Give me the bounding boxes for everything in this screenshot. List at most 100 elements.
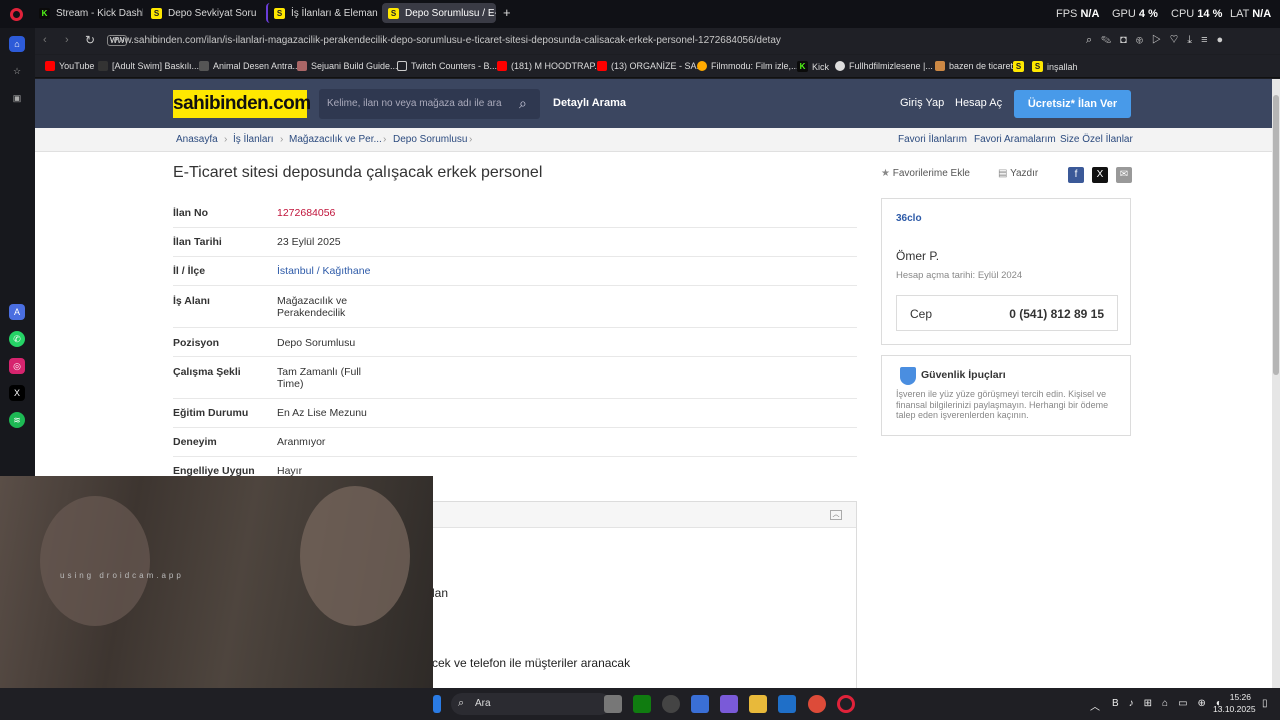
tray-chevron-icon[interactable]: ︿ (1090, 698, 1100, 713)
account-date: Hesap açma tarihi: Eylül 2024 (896, 270, 1023, 281)
listing-number: 1272684056 (277, 207, 336, 219)
tab-kick-dashboard[interactable]: KStream - Kick Dashboard (33, 3, 143, 23)
search-input[interactable]: Kelime, ilan no veya mağaza adı ile ara (319, 89, 540, 119)
bookmark-filmmodu[interactable]: Filmmodu: Film izle,... (697, 61, 799, 71)
bookmark-adult-swim[interactable]: [Adult Swim] Baskılı... (98, 61, 199, 71)
description-text: lan (432, 586, 449, 600)
bookmark-bazen-de-ticaret[interactable]: bazen de ticaret (935, 61, 1013, 71)
aria-icon[interactable]: A (9, 304, 25, 320)
star-icon[interactable]: ☆ (9, 63, 25, 79)
detail-row: Pozisyon Depo Sorumlusu (173, 328, 857, 357)
webcam-overlay: using droidcam.app (0, 476, 433, 688)
spotify-icon[interactable]: ≋ (9, 412, 25, 428)
detail-row: Eğitim Durumu En Az Lise Mezunu (173, 399, 857, 428)
notification-icon[interactable]: ▯ (1262, 698, 1268, 709)
breadcrumb-magazacilik[interactable]: Mağazacılık ve Per... (289, 134, 382, 145)
tab-depo-sevkiyat[interactable]: SDepo Sevkiyat Sorumlusu (145, 3, 257, 23)
xbox-icon[interactable] (633, 695, 651, 713)
detailed-search-link[interactable]: Detaylı Arama (553, 97, 626, 109)
collapse-icon[interactable]: ︿ (830, 510, 842, 520)
gpu-stat: GPU 4 % (1112, 8, 1158, 20)
forward-icon[interactable]: › (65, 34, 69, 46)
sahibinden-icon: S (1013, 61, 1024, 72)
phone-box[interactable]: Cep 0 (541) 812 89 15 (896, 295, 1118, 331)
print-link[interactable]: ▤ Yazdır (998, 168, 1038, 179)
opera-icon[interactable] (837, 695, 855, 713)
site-logo[interactable]: sahibinden.com (173, 90, 311, 118)
favorite-listings-link[interactable]: Favori İlanlarım (898, 134, 967, 145)
bookmark-youtube[interactable]: YouTube (45, 61, 94, 71)
bookmark-fullhd[interactable]: Fullhdfilmizlesene |... (835, 61, 933, 71)
phone-number: 0 (541) 812 89 15 (1009, 307, 1104, 321)
personalized-listings-link[interactable]: Size Özel İlanlar (1060, 134, 1133, 145)
bookmark-kick[interactable]: K Kick (797, 61, 829, 72)
new-tab-button[interactable]: + (503, 5, 511, 20)
taskbar: ⌕ Ara ︿ B♪⊞⌂▭⊕◐ 15:26 13.10.2025 ▯ (0, 688, 1280, 720)
location-link[interactable]: İstanbul / Kağıthane (277, 265, 377, 277)
listing-title: E-Ticaret sitesi deposunda çalışacak erk… (173, 164, 543, 181)
add-favorite-link[interactable]: ★ Favorilerime Ekle (881, 168, 970, 179)
store-icon[interactable] (691, 695, 709, 713)
outlook-icon[interactable] (778, 695, 796, 713)
post-ad-button[interactable]: Ücretsiz* İlan Ver (1014, 90, 1131, 118)
detail-row: İlan No 1272684056 (173, 199, 857, 228)
home-icon[interactable]: ⌂ (9, 36, 25, 52)
breadcrumb-home[interactable]: Anasayfa (176, 134, 218, 145)
taskbar-search[interactable]: ⌕ Ara (451, 693, 611, 715)
copilot-icon[interactable] (720, 695, 738, 713)
scrollbar[interactable] (1272, 79, 1280, 688)
seller-card: 36clo Ömer P. Hesap açma tarihi: Eylül 2… (881, 198, 1131, 345)
bookmark-insallah[interactable]: Sinşallah (1032, 61, 1078, 72)
url-field[interactable]: www.sahibinden.com/ilan/is-ilanlari-maga… (70, 33, 1040, 49)
safety-text: İşveren ile yüz yüze görüşmeyi tercih ed… (896, 389, 1109, 420)
detail-row: İş Alanı Mağazacılık ve Perakendecilik (173, 286, 857, 328)
breadcrumb: Anasayfa › İş İlanları › Mağazacılık ve … (35, 128, 1272, 152)
fps-stat: FPS N/A (1056, 8, 1100, 20)
bookmark-animal-desen[interactable]: Animal Desen Antra... (199, 61, 300, 71)
favorite-searches-link[interactable]: Favori Aramalarım (974, 134, 1056, 145)
sahibinden-icon: S (1032, 61, 1043, 72)
bookmark-s[interactable]: S (1013, 61, 1024, 72)
store-name[interactable]: 36clo (896, 213, 922, 224)
steam-icon[interactable] (662, 695, 680, 713)
back-icon[interactable]: ‹ (43, 34, 47, 46)
bookmarks-bar: YouTube [Adult Swim] Baskılı... Animal D… (35, 55, 1280, 78)
youtube-icon (597, 61, 607, 71)
bookmark-twitch-counters[interactable]: Twitch Counters - B... (397, 61, 497, 71)
facebook-share-icon[interactable]: f (1068, 167, 1084, 183)
x-share-icon[interactable]: X (1092, 167, 1108, 183)
instagram-icon[interactable]: ◎ (9, 358, 25, 374)
opera-logo-icon[interactable] (10, 8, 23, 21)
webcam-watermark: using droidcam.app (60, 571, 184, 580)
clock[interactable]: 15:26 13.10.2025 (1213, 692, 1256, 714)
chrome-icon[interactable] (808, 695, 826, 713)
tab-depo-sorumlusu[interactable]: SDepo Sorumlusu / E-Tica (382, 3, 496, 23)
browser-tab-bar: KStream - Kick Dashboard SDepo Sevkiyat … (0, 0, 1280, 28)
briefcase-icon[interactable]: ▣ (9, 90, 25, 106)
register-link[interactable]: Hesap Aç (955, 97, 1002, 109)
task-view-icon[interactable] (604, 695, 622, 713)
bookmark-hoodtrap[interactable]: (181) M HOODTRAP... (497, 61, 602, 71)
lat-stat: LAT N/A (1230, 8, 1272, 20)
star-icon: ★ (881, 168, 890, 179)
breadcrumb-depo-sorumlusu[interactable]: Depo Sorumlusu (393, 134, 467, 145)
safety-tips-card: Güvenlik İpuçları İşveren ile yüz yüze g… (881, 355, 1131, 436)
tab-is-ilanlari[interactable]: Sİş İlanları & Eleman Araya (266, 3, 380, 23)
shield-icon (900, 367, 916, 385)
x-twitter-icon[interactable]: X (9, 385, 25, 401)
toolbar-icons[interactable]: ⌕✎◘⊛▷♡⤓≡● (1086, 34, 1232, 47)
kick-icon: K (797, 61, 808, 72)
sahibinden-icon: S (151, 7, 162, 19)
breadcrumb-is-ilanlari[interactable]: İş İlanları (233, 134, 274, 145)
whatsapp-icon[interactable]: ✆ (9, 331, 25, 347)
start-icon[interactable] (433, 695, 441, 713)
explorer-icon[interactable] (749, 695, 767, 713)
email-share-icon[interactable]: ✉ (1116, 167, 1132, 183)
cpu-stat: CPU 14 % (1171, 8, 1223, 20)
login-link[interactable]: Giriş Yap (900, 97, 944, 109)
sahibinden-icon: S (388, 7, 399, 19)
safety-title: Güvenlik İpuçları (921, 369, 1006, 381)
bookmark-organize[interactable]: (13) ORGANİZE - SA... (597, 61, 704, 71)
search-icon[interactable]: ⌕ (519, 95, 527, 112)
bookmark-sejuani[interactable]: Sejuani Build Guide... (297, 61, 398, 71)
